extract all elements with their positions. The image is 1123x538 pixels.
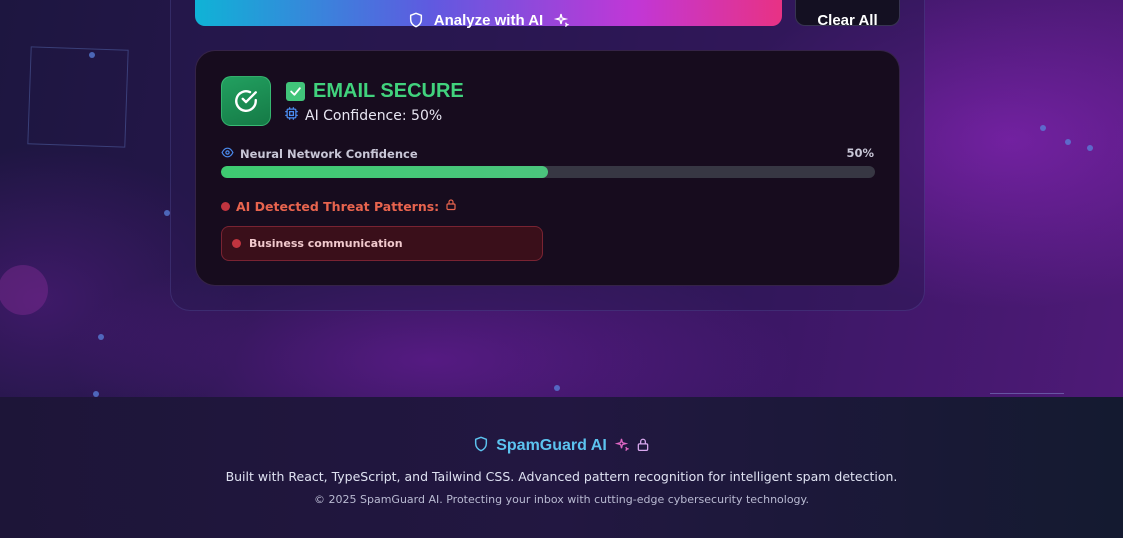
confidence-text: AI Confidence: 50% [305, 107, 443, 124]
decorative-square [27, 46, 129, 148]
decorative-dot [1040, 125, 1046, 131]
footer: SpamGuard AI Built with React, TypeScrip… [0, 397, 1123, 538]
status-title-row: EMAIL SECURE [286, 80, 464, 103]
lock-icon [445, 198, 457, 214]
threat-heading: AI Detected Threat Patterns: [236, 198, 440, 214]
clear-all-button[interactable]: Clear All [795, 0, 900, 29]
lock-icon [636, 437, 650, 456]
result-card: EMAIL SECURE AI Confidence: 50% Neural N… [195, 50, 900, 286]
confidence-row: AI Confidence: 50% [284, 106, 442, 125]
decorative-dot [98, 334, 104, 340]
threat-pattern-label: Business communication [249, 237, 403, 250]
check-circle-icon [221, 76, 271, 126]
status-title: EMAIL SECURE [313, 80, 464, 102]
cpu-icon [284, 106, 299, 125]
footer-description: Built with React, TypeScript, and Tailwi… [225, 469, 898, 484]
eye-icon [221, 146, 234, 162]
neural-confidence-percent: 50% [846, 146, 874, 160]
hero-background: Analyze with AI Clear All EMAIL SECURE A… [0, 0, 1123, 397]
threat-heading-row: AI Detected Threat Patterns: [221, 198, 457, 214]
decorative-dot [554, 385, 560, 391]
footer-brand: SpamGuard AI [0, 435, 1123, 457]
analyze-button[interactable]: Analyze with AI [195, 0, 782, 29]
decorative-line [990, 393, 1064, 394]
confidence-progress-fill [221, 166, 548, 178]
shield-icon [473, 435, 489, 457]
neural-confidence-label-row: Neural Network Confidence [221, 146, 418, 162]
analyze-button-label: Analyze with AI [433, 11, 544, 29]
neural-confidence-label: Neural Network Confidence [240, 147, 418, 161]
clear-all-label: Clear All [817, 11, 878, 29]
threat-pattern-item: Business communication [221, 226, 543, 261]
decorative-dot [1065, 139, 1071, 145]
decorative-dot [89, 52, 95, 58]
footer-copyright: © 2025 SpamGuard AI. Protecting your inb… [314, 493, 809, 506]
threat-dot-icon [232, 239, 241, 248]
decorative-circle [0, 265, 48, 315]
sparkles-icon [553, 12, 570, 28]
confidence-progress-bar [221, 166, 875, 178]
sparkles-icon [614, 437, 630, 456]
shield-icon [408, 11, 424, 29]
check-square-icon [286, 82, 305, 101]
threat-dot-icon [221, 201, 230, 211]
footer-brand-name: SpamGuard AI [496, 437, 607, 454]
decorative-dot [1087, 145, 1093, 151]
